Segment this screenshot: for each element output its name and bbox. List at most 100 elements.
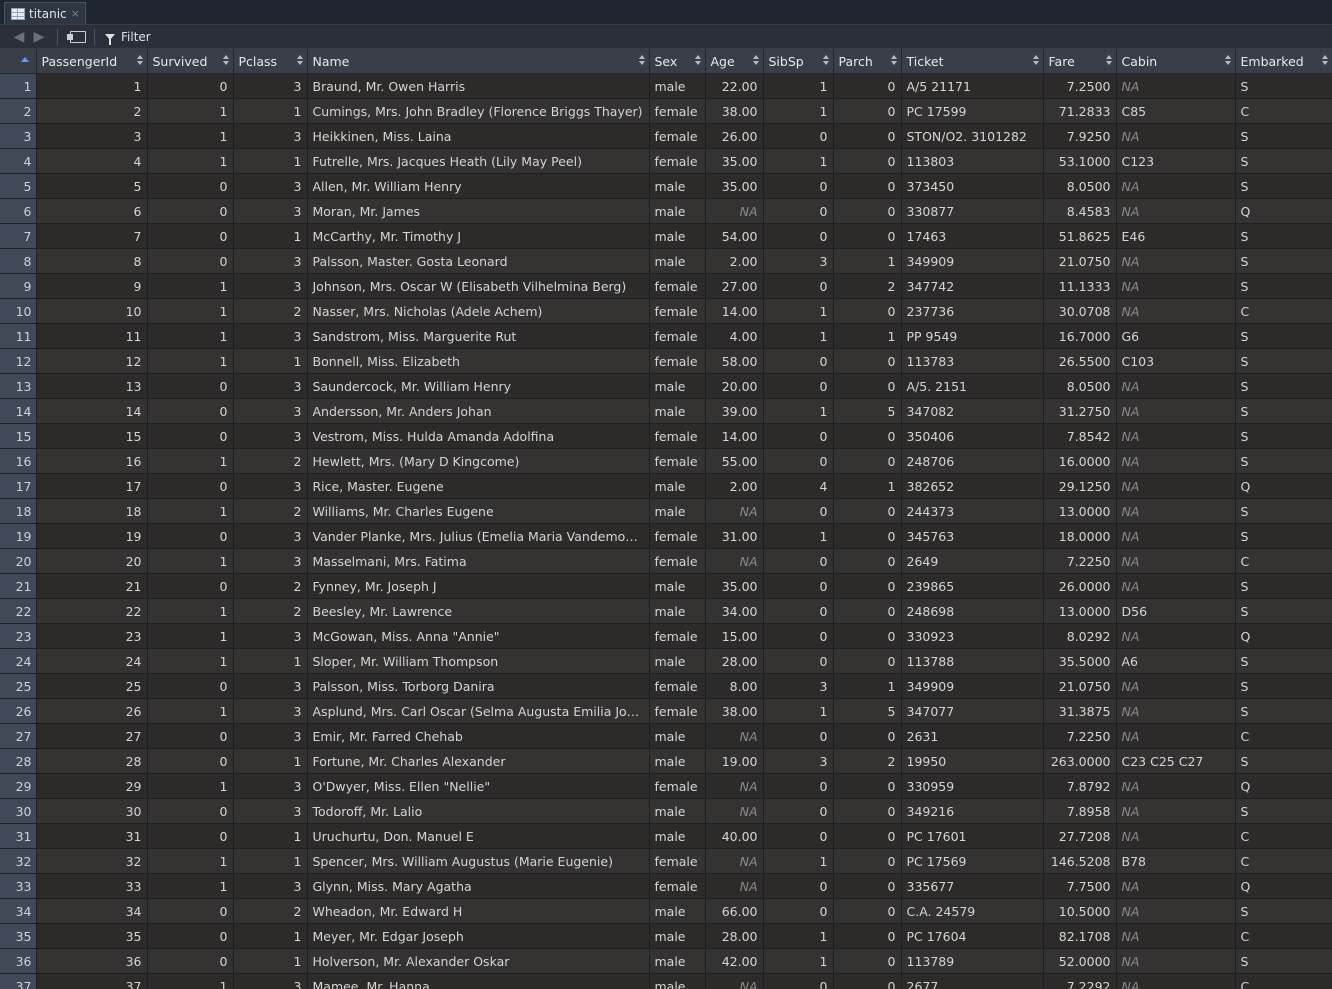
filter-button[interactable]: Filter — [105, 30, 151, 45]
column-header-fare[interactable]: Fare — [1043, 49, 1117, 74]
cell-passengerid: 1 — [36, 73, 148, 99]
column-header-pclass[interactable]: Pclass — [233, 49, 308, 74]
column-header-survived[interactable]: Survived — [147, 49, 234, 74]
cell-ticket: 382652 — [901, 473, 1044, 499]
row-number-header[interactable] — [0, 49, 37, 74]
table-row[interactable]: 17 17 0 3 Rice, Master. Eugene male 2.00 4 1 3826… — [0, 473, 1332, 499]
data-grid[interactable]: PassengerId Survived Pclass Name Sex Age SibSp… — [0, 49, 1332, 989]
table-row[interactable]: 18 18 1 2 Williams, Mr. Charles Eugene male NA… — [0, 498, 1332, 524]
table-row[interactable]: 11 11 1 3 Sandstrom, Miss. Marguerite Rut fem… — [0, 323, 1332, 349]
cell-ticket: 335677 — [901, 873, 1044, 899]
cell-sex: female — [649, 448, 706, 474]
sort-icon[interactable] — [136, 55, 143, 67]
sort-icon[interactable] — [1321, 55, 1328, 67]
table-row[interactable]: 20 20 1 3 Masselmani, Mrs. Fatima female NA 0 0 2… — [0, 548, 1332, 574]
cell-sibsp: 1 — [763, 298, 834, 324]
table-row[interactable]: 29 29 1 3 O'Dwyer, Miss. Ellen "Nellie" femal… — [0, 773, 1332, 799]
table-row[interactable]: 5 5 0 3 Allen, Mr. William Henry male 35.00 0 0 3… — [0, 173, 1332, 199]
sort-icon[interactable] — [694, 55, 701, 67]
table-row[interactable]: 22 22 1 2 Beesley, Mr. Lawrence male 34.00 0 0 24… — [0, 598, 1332, 624]
table-row[interactable]: 9 9 1 3 Johnson, Mrs. Oscar W (Elisabeth Vil… — [0, 273, 1332, 299]
cell-cabin: NA — [1116, 573, 1236, 599]
table-row[interactable]: 2 2 1 1 Cumings, Mrs. John Bradley (Florence… — [0, 98, 1332, 124]
cell-sibsp: 1 — [763, 73, 834, 99]
sort-icon[interactable] — [890, 55, 897, 67]
cell-pclass: 3 — [233, 623, 308, 649]
table-row[interactable]: 25 25 0 3 Palsson, Miss. Torborg Danira femal… — [0, 673, 1332, 699]
column-header-cabin[interactable]: Cabin — [1116, 49, 1236, 74]
cell-ticket: 248698 — [901, 598, 1044, 624]
table-row[interactable]: 37 37 1 3 Mamee, Mr. Hanna male NA 0 0 2677 7.2292… — [0, 973, 1332, 989]
cell-sex: female — [649, 623, 706, 649]
cell-parch: 0 — [833, 598, 902, 624]
close-icon[interactable]: × — [71, 7, 80, 20]
table-row[interactable]: 30 30 0 3 Todoroff, Mr. Lalio male NA 0 0 349216 7… — [0, 798, 1332, 824]
sort-icon[interactable] — [296, 55, 303, 67]
forward-icon[interactable]: ▶ — [29, 29, 49, 45]
table-row[interactable]: 19 19 0 3 Vander Planke, Mrs. Julius (Emelia… — [0, 523, 1332, 549]
table-row[interactable]: 3 3 1 3 Heikkinen, Miss. Laina female 26.00 0 0 S… — [0, 123, 1332, 149]
table-row[interactable]: 1 1 0 3 Braund, Mr. Owen Harris male 22.00 1 0 A/… — [0, 73, 1332, 99]
column-header-parch[interactable]: Parch — [833, 49, 902, 74]
cell-name: Nasser, Mrs. Nicholas (Adele Achem) — [307, 298, 650, 324]
cell-fare: 7.8792 — [1043, 773, 1117, 799]
table-row[interactable]: 13 13 0 3 Saundercock, Mr. William Henry male… — [0, 373, 1332, 399]
table-row[interactable]: 21 21 0 2 Fynney, Mr. Joseph Jmale 35.00 0 0 239… — [0, 573, 1332, 599]
table-row[interactable]: 10 10 1 2 Nasser, Mrs. Nicholas (Adele Achem… — [0, 298, 1332, 324]
column-header-age[interactable]: Age — [705, 49, 764, 74]
cell-fare: 7.9250 — [1043, 123, 1117, 149]
row-number: 27 — [0, 723, 37, 749]
column-header-ticket[interactable]: Ticket — [901, 49, 1044, 74]
table-row[interactable]: 27 27 0 3 Emir, Mr. Farred Chehab male NA 0 0 263… — [0, 723, 1332, 749]
sort-icon[interactable] — [1224, 55, 1231, 67]
sort-icon[interactable] — [222, 55, 229, 67]
sort-icon[interactable] — [1105, 55, 1112, 67]
table-row[interactable]: 33 33 1 3 Glynn, Miss. Mary Agatha female NA 0 0… — [0, 873, 1332, 899]
table-row[interactable]: 23 23 1 3 McGowan, Miss. Anna "Annie" female 1… — [0, 623, 1332, 649]
cell-ticket: 345763 — [901, 523, 1044, 549]
cell-fare: 53.1000 — [1043, 148, 1117, 174]
table-row[interactable]: 6 6 0 3 Moran, Mr. James male NA 0 0 330877 8.4583… — [0, 198, 1332, 224]
cell-embarked: C — [1235, 973, 1332, 989]
cell-passengerid: 26 — [36, 698, 148, 724]
column-header-passengerid[interactable]: PassengerId — [36, 49, 148, 74]
cell-sex: male — [649, 473, 706, 499]
table-row[interactable]: 32 32 1 1 Spencer, Mrs. William Augustus (Ma… — [0, 848, 1332, 874]
cell-age: 58.00 — [705, 348, 764, 374]
column-header-name[interactable]: Name — [307, 49, 650, 74]
sort-icon[interactable] — [752, 55, 759, 67]
table-row[interactable]: 31 31 0 1 Uruchurtu, Don. Manuel Emale 40.00 0… — [0, 823, 1332, 849]
table-row[interactable]: 7 7 0 1 McCarthy, Mr. Timothy Jmale 54.00 0 0 17… — [0, 223, 1332, 249]
table-row[interactable]: 14 14 0 3 Andersson, Mr. Anders Johan male 39.… — [0, 398, 1332, 424]
cell-sex: male — [649, 498, 706, 524]
column-header-embarked[interactable]: Embarked — [1235, 49, 1332, 74]
back-icon[interactable]: ◀ — [9, 29, 29, 45]
column-header-sibsp[interactable]: SibSp — [763, 49, 834, 74]
export-icon[interactable] — [67, 30, 86, 43]
cell-survived: 0 — [147, 198, 234, 224]
sort-icon[interactable] — [822, 55, 829, 67]
column-header-sex[interactable]: Sex — [649, 49, 706, 74]
cell-age: 35.00 — [705, 148, 764, 174]
table-row[interactable]: 12 12 1 1 Bonnell, Miss. Elizabeth female 58.0… — [0, 348, 1332, 374]
cell-cabin: NA — [1116, 373, 1236, 399]
sort-icon[interactable] — [638, 55, 645, 67]
toolbar: ◀ ▶ Filter — [0, 25, 1332, 49]
sort-icon[interactable] — [1032, 55, 1039, 67]
table-row[interactable]: 15 15 0 3 Vestrom, Miss. Hulda Amanda Adolfi… — [0, 423, 1332, 449]
row-number: 29 — [0, 773, 37, 799]
table-row[interactable]: 28 28 0 1 Fortune, Mr. Charles Alexander male… — [0, 748, 1332, 774]
table-row[interactable]: 34 34 0 2 Wheadon, Mr. Edward Hmale 66.00 0 0 C.… — [0, 898, 1332, 924]
table-row[interactable]: 16 16 1 2 Hewlett, Mrs. (Mary D Kingcome) fem… — [0, 448, 1332, 474]
tab-titanic[interactable]: titanic × — [4, 2, 86, 24]
column-header-label: Fare — [1048, 53, 1075, 69]
cell-ticket: PC 17604 — [901, 923, 1044, 949]
table-row[interactable]: 35 35 0 1 Meyer, Mr. Edgar Joseph male 28.00 1 0… — [0, 923, 1332, 949]
table-row[interactable]: 4 4 1 1 Futrelle, Mrs. Jacques Heath (Lily M… — [0, 148, 1332, 174]
table-row[interactable]: 24 24 1 1 Sloper, Mr. William Thompson male 28… — [0, 648, 1332, 674]
cell-pclass: 2 — [233, 598, 308, 624]
table-row[interactable]: 36 36 0 1 Holverson, Mr. Alexander Oskar male… — [0, 948, 1332, 974]
row-number: 9 — [0, 273, 37, 299]
table-row[interactable]: 8 8 0 3 Palsson, Master. Gosta Leonard male 2.… — [0, 248, 1332, 274]
table-row[interactable]: 26 26 1 3 Asplund, Mrs. Carl Oscar (Selma Au… — [0, 698, 1332, 724]
